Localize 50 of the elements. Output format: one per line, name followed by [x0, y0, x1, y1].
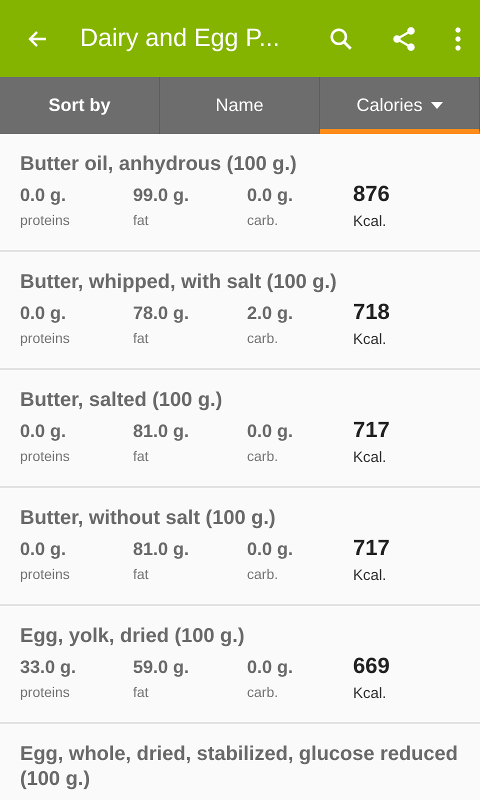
- protein-value: 0.0 g.: [20, 185, 66, 206]
- fat-label: fat: [133, 566, 149, 582]
- carb-value: 2.0 g.: [247, 303, 294, 324]
- calorie-value: 717: [353, 535, 390, 561]
- protein-value: 0.0 g.: [20, 421, 66, 442]
- sort-tab[interactable]: Calories: [320, 77, 480, 134]
- more-options-icon[interactable]: [454, 26, 462, 50]
- carb-label: carb.: [247, 448, 278, 464]
- carb-value: 0.0 g.: [247, 421, 294, 442]
- carb-value: 0.0 g.: [247, 539, 294, 560]
- protein-label: proteins: [20, 684, 70, 700]
- food-name[interactable]: Butter, without salt (100 g.): [20, 506, 464, 531]
- search-icon[interactable]: [328, 26, 354, 52]
- protein-value: 0.0 g.: [20, 539, 66, 560]
- calorie-value: 669: [353, 653, 390, 679]
- food-name[interactable]: Butter, salted (100 g.): [20, 388, 464, 413]
- protein-label: proteins: [20, 212, 70, 228]
- carb-label: carb.: [247, 212, 278, 228]
- carb-label: carb.: [247, 684, 278, 700]
- fat-label: fat: [133, 330, 149, 346]
- protein-label: proteins: [20, 566, 70, 582]
- fat-label: fat: [133, 212, 149, 228]
- protein-value: 0.0 g.: [20, 303, 66, 324]
- screen-title: Dairy and Egg P...: [80, 24, 281, 53]
- calorie-value: 718: [353, 299, 390, 325]
- calorie-label: Kcal.: [353, 213, 386, 230]
- calorie-label: Kcal.: [353, 449, 386, 466]
- carb-value: 0.0 g.: [247, 657, 294, 678]
- carb-label: carb.: [247, 566, 278, 582]
- food-name[interactable]: Butter oil, anhydrous (100 g.): [20, 152, 464, 177]
- calorie-label: Kcal.: [353, 567, 386, 584]
- food-name[interactable]: Butter, whipped, with salt (100 g.): [20, 270, 464, 295]
- calorie-value: 717: [353, 417, 390, 443]
- calorie-value: 876: [353, 181, 390, 207]
- carb-value: 0.0 g.: [247, 185, 294, 206]
- food-name[interactable]: Egg, yolk, dried (100 g.): [20, 624, 464, 649]
- food-name[interactable]: Egg, whole, dried, stabilized, glucose reduced (100 g.): [20, 742, 464, 792]
- fat-value: 81.0 g.: [133, 539, 190, 560]
- fat-value: 99.0 g.: [133, 185, 190, 206]
- carb-label: carb.: [247, 330, 278, 346]
- protein-value: 33.0 g.: [20, 657, 76, 678]
- fat-label: fat: [133, 684, 149, 700]
- fat-value: 81.0 g.: [133, 421, 190, 442]
- protein-label: proteins: [20, 330, 70, 346]
- calorie-label: Kcal.: [353, 331, 386, 348]
- fat-value: 59.0 g.: [133, 657, 190, 678]
- calorie-label: Kcal.: [353, 685, 386, 702]
- fat-label: fat: [133, 448, 149, 464]
- protein-label: proteins: [20, 448, 70, 464]
- fat-value: 78.0 g.: [133, 303, 190, 324]
